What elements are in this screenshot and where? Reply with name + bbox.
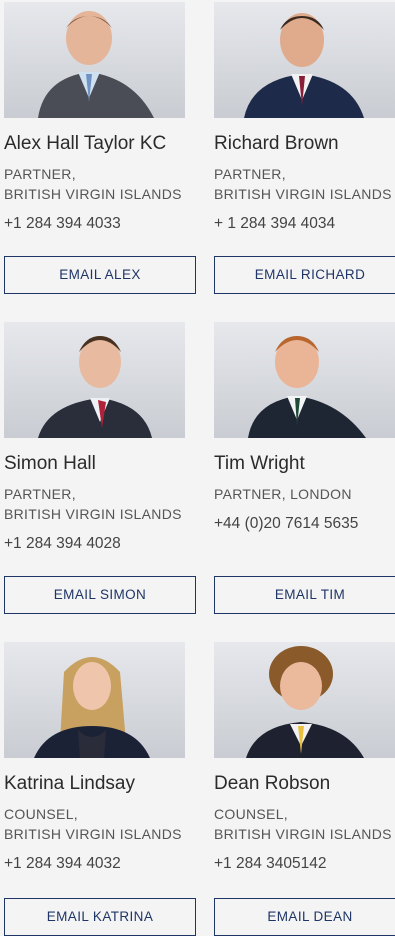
email-simon-button[interactable]: EMAIL SIMON xyxy=(4,576,196,614)
person-photo xyxy=(214,2,395,118)
person-role: PARTNER, BRITISH VIRGIN ISLANDS xyxy=(4,164,185,204)
person-name: Katrina Lindsay xyxy=(4,773,135,794)
person-card: Simon Hall PARTNER, BRITISH VIRGIN ISLAN… xyxy=(4,322,185,554)
person-photo xyxy=(214,322,395,438)
person-phone[interactable]: +1 284 394 4028 xyxy=(4,534,185,554)
person-card: Alex Hall Taylor KC PARTNER, BRITISH VIR… xyxy=(4,2,185,234)
person-phone[interactable]: +1 284 3405142 xyxy=(214,854,395,874)
portrait-icon xyxy=(246,646,364,758)
email-katrina-button[interactable]: EMAIL KATRINA xyxy=(4,898,196,936)
role-line: PARTNER, xyxy=(4,486,76,502)
person-name: Tim Wright xyxy=(214,453,305,474)
person-name: Alex Hall Taylor KC xyxy=(4,133,167,154)
person-card: Dean Robson COUNSEL, BRITISH VIRGIN ISLA… xyxy=(214,642,395,874)
email-dean-button[interactable]: EMAIL DEAN xyxy=(214,898,395,936)
role-line: BRITISH VIRGIN ISLANDS xyxy=(4,186,182,202)
role-line: PARTNER, LONDON xyxy=(214,486,352,502)
role-line: BRITISH VIRGIN ISLANDS xyxy=(214,826,392,842)
portrait-icon xyxy=(38,336,152,438)
role-line: COUNSEL, xyxy=(214,806,288,822)
portrait-icon xyxy=(244,13,364,118)
role-line: PARTNER, xyxy=(214,166,286,182)
person-photo xyxy=(4,2,185,118)
person-card: Tim Wright PARTNER, LONDON +44 (0)20 761… xyxy=(214,322,395,534)
person-name: Simon Hall xyxy=(4,453,96,474)
people-grid: Alex Hall Taylor KC PARTNER, BRITISH VIR… xyxy=(0,0,395,936)
person-role: PARTNER, BRITISH VIRGIN ISLANDS xyxy=(214,164,395,204)
person-phone[interactable]: +1 284 394 4032 xyxy=(4,854,185,874)
person-photo xyxy=(4,642,185,758)
person-role: COUNSEL, BRITISH VIRGIN ISLANDS xyxy=(214,804,395,844)
person-photo xyxy=(4,322,185,438)
person-card: Richard Brown PARTNER, BRITISH VIRGIN IS… xyxy=(214,2,395,234)
role-line: PARTNER, xyxy=(4,166,76,182)
email-alex-button[interactable]: EMAIL ALEX xyxy=(4,256,196,294)
portrait-icon xyxy=(38,11,154,118)
person-photo xyxy=(214,642,395,758)
role-line: BRITISH VIRGIN ISLANDS xyxy=(4,506,182,522)
role-line: COUNSEL, xyxy=(4,806,78,822)
person-role: PARTNER, BRITISH VIRGIN ISLANDS xyxy=(4,484,185,524)
person-role: PARTNER, LONDON xyxy=(214,484,395,504)
email-tim-button[interactable]: EMAIL TIM xyxy=(214,576,395,614)
email-richard-button[interactable]: EMAIL RICHARD xyxy=(214,256,395,294)
person-card: Katrina Lindsay COUNSEL, BRITISH VIRGIN … xyxy=(4,642,185,874)
person-name: Richard Brown xyxy=(214,133,339,154)
role-line: BRITISH VIRGIN ISLANDS xyxy=(214,186,392,202)
person-name: Dean Robson xyxy=(214,773,331,794)
person-phone[interactable]: +1 284 394 4033 xyxy=(4,214,185,234)
person-phone[interactable]: +44 (0)20 7614 5635 xyxy=(214,514,395,534)
role-line: BRITISH VIRGIN ISLANDS xyxy=(4,826,182,842)
portrait-icon xyxy=(34,657,150,758)
portrait-icon xyxy=(248,336,366,438)
person-role: COUNSEL, BRITISH VIRGIN ISLANDS xyxy=(4,804,185,844)
person-phone[interactable]: + 1 284 394 4034 xyxy=(214,214,395,234)
